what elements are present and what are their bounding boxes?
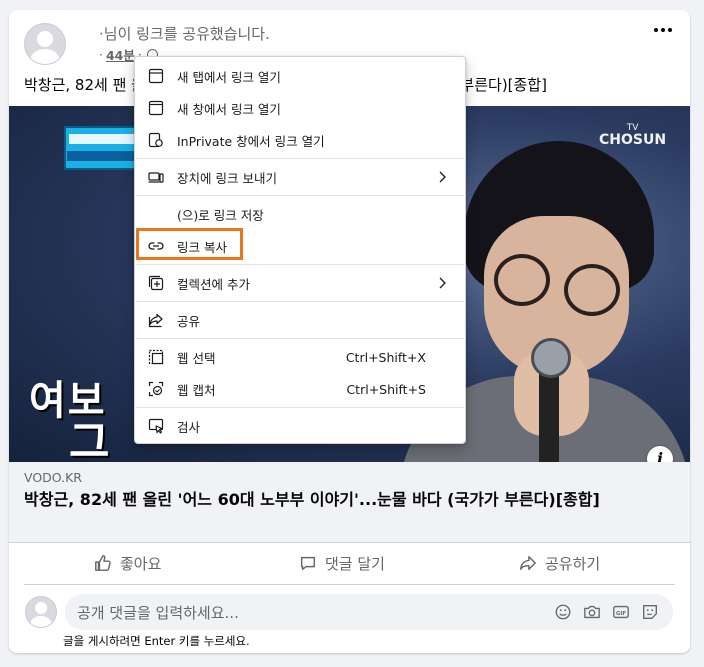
channel-logo: TV CHOSUN: [599, 122, 667, 148]
like-label: 좋아요: [120, 554, 162, 573]
comment-placeholder: 공개 댓글을 입력하세요...: [77, 603, 239, 622]
inprivate-icon: [148, 132, 163, 148]
more-options-button[interactable]: [654, 28, 672, 32]
chevron-right-icon: [439, 171, 446, 183]
menu-item-copy-link[interactable]: 링크 복사: [135, 230, 465, 262]
menu-separator: [136, 407, 464, 408]
menu-item-open-new-tab[interactable]: 새 탭에서 링크 열기: [135, 60, 465, 92]
menu-item-label: 공유: [177, 313, 201, 329]
menu-separator: [136, 195, 464, 196]
video-caption-2: 그: [69, 417, 114, 462]
menu-item-inspect[interactable]: 검사: [135, 410, 465, 442]
menu-item-share[interactable]: 공유: [135, 304, 465, 336]
menu-item-label: 링크 복사: [177, 239, 227, 255]
menu-separator: [136, 301, 464, 302]
menu-item-label: 검사: [177, 419, 201, 435]
menu-item-open-new-window[interactable]: 새 창에서 링크 열기: [135, 92, 465, 124]
like-button[interactable]: 좋아요: [94, 543, 161, 583]
svg-text:GIF: GIF: [616, 611, 626, 617]
commenter-avatar[interactable]: [25, 596, 57, 628]
link-title: 박창근, 82세 팬 올린 '어느 60대 노부부 이야기'...눈물 바다 (…: [24, 490, 600, 509]
divider: [24, 584, 675, 585]
menu-item-send-to-device[interactable]: 장치에 링크 보내기: [135, 161, 465, 193]
menu-item-shortcut: Ctrl+Shift+S: [346, 381, 426, 397]
share-arrow-icon: [520, 555, 536, 571]
time-prefix: ·: [99, 47, 103, 62]
share-icon: [148, 313, 163, 328]
camera-icon[interactable]: [583, 603, 601, 621]
link-info-box[interactable]: VODO.KR 박창근, 82세 팬 올린 '어느 60대 노부부 이야기'..…: [9, 462, 690, 542]
menu-item-add-to-collections[interactable]: 컬렉션에 추가: [135, 267, 465, 299]
author-line[interactable]: ·님이 링크를 공유했습니다.: [99, 23, 270, 44]
menu-item-label: 새 창에서 링크 열기: [177, 101, 281, 117]
menu-item-label: 컬렉션에 추가: [177, 276, 250, 292]
channel-logo-text: CHOSUN: [599, 132, 667, 148]
author-avatar[interactable]: [24, 23, 66, 65]
comment-icon: [300, 556, 316, 571]
link-domain: VODO.KR: [24, 470, 82, 485]
web-capture-icon: [148, 381, 164, 397]
menu-separator: [136, 338, 464, 339]
menu-item-open-inprivate[interactable]: InPrivate 창에서 링크 열기: [135, 124, 465, 156]
link-icon: [148, 242, 164, 250]
menu-item-label: 장치에 링크 보내기: [177, 170, 277, 186]
menu-item-shortcut: Ctrl+Shift+X: [345, 349, 426, 365]
menu-item-save-link-as[interactable]: (으)로 링크 저장: [135, 198, 465, 230]
sticker-icon[interactable]: [641, 603, 659, 621]
emoji-icon[interactable]: [554, 603, 572, 621]
new-window-icon: [148, 100, 164, 116]
collections-icon: [148, 275, 164, 291]
comment-button[interactable]: 댓글 달기: [299, 543, 385, 583]
share-label: 공유하기: [545, 554, 601, 573]
send-device-icon: [148, 172, 164, 183]
menu-item-web-capture[interactable]: 웹 캡처 Ctrl+Shift+S: [135, 373, 465, 405]
web-select-icon: [148, 349, 164, 365]
chevron-right-icon: [439, 277, 446, 289]
menu-item-label: 웹 캡처: [177, 382, 216, 398]
menu-separator: [136, 264, 464, 265]
context-menu: 새 탭에서 링크 열기 새 창에서 링크 열기 InPrivate 창에서 링크…: [134, 56, 466, 444]
menu-item-label: 새 탭에서 링크 열기: [177, 69, 281, 85]
share-button[interactable]: 공유하기: [519, 543, 600, 583]
menu-item-label: 웹 선택: [177, 350, 216, 366]
post-time-link[interactable]: 44분: [106, 45, 135, 64]
comment-label: 댓글 달기: [325, 554, 385, 573]
new-tab-icon: [148, 68, 164, 84]
menu-item-web-select[interactable]: 웹 선택 Ctrl+Shift+X: [135, 341, 465, 373]
comment-tools: GIF: [554, 594, 659, 630]
gif-icon[interactable]: GIF: [612, 603, 630, 621]
comment-hint: 글을 게시하려면 Enter 키를 누르세요.: [63, 634, 250, 648]
menu-item-label: InPrivate 창에서 링크 열기: [177, 133, 325, 149]
comment-input[interactable]: 공개 댓글을 입력하세요... GIF: [65, 594, 673, 630]
menu-separator: [136, 158, 464, 159]
inspect-icon: [148, 418, 164, 434]
action-bar: 좋아요 댓글 달기 공유하기: [9, 542, 690, 585]
thumbs-up-icon: [95, 555, 111, 571]
menu-item-label: (으)로 링크 저장: [177, 207, 264, 223]
